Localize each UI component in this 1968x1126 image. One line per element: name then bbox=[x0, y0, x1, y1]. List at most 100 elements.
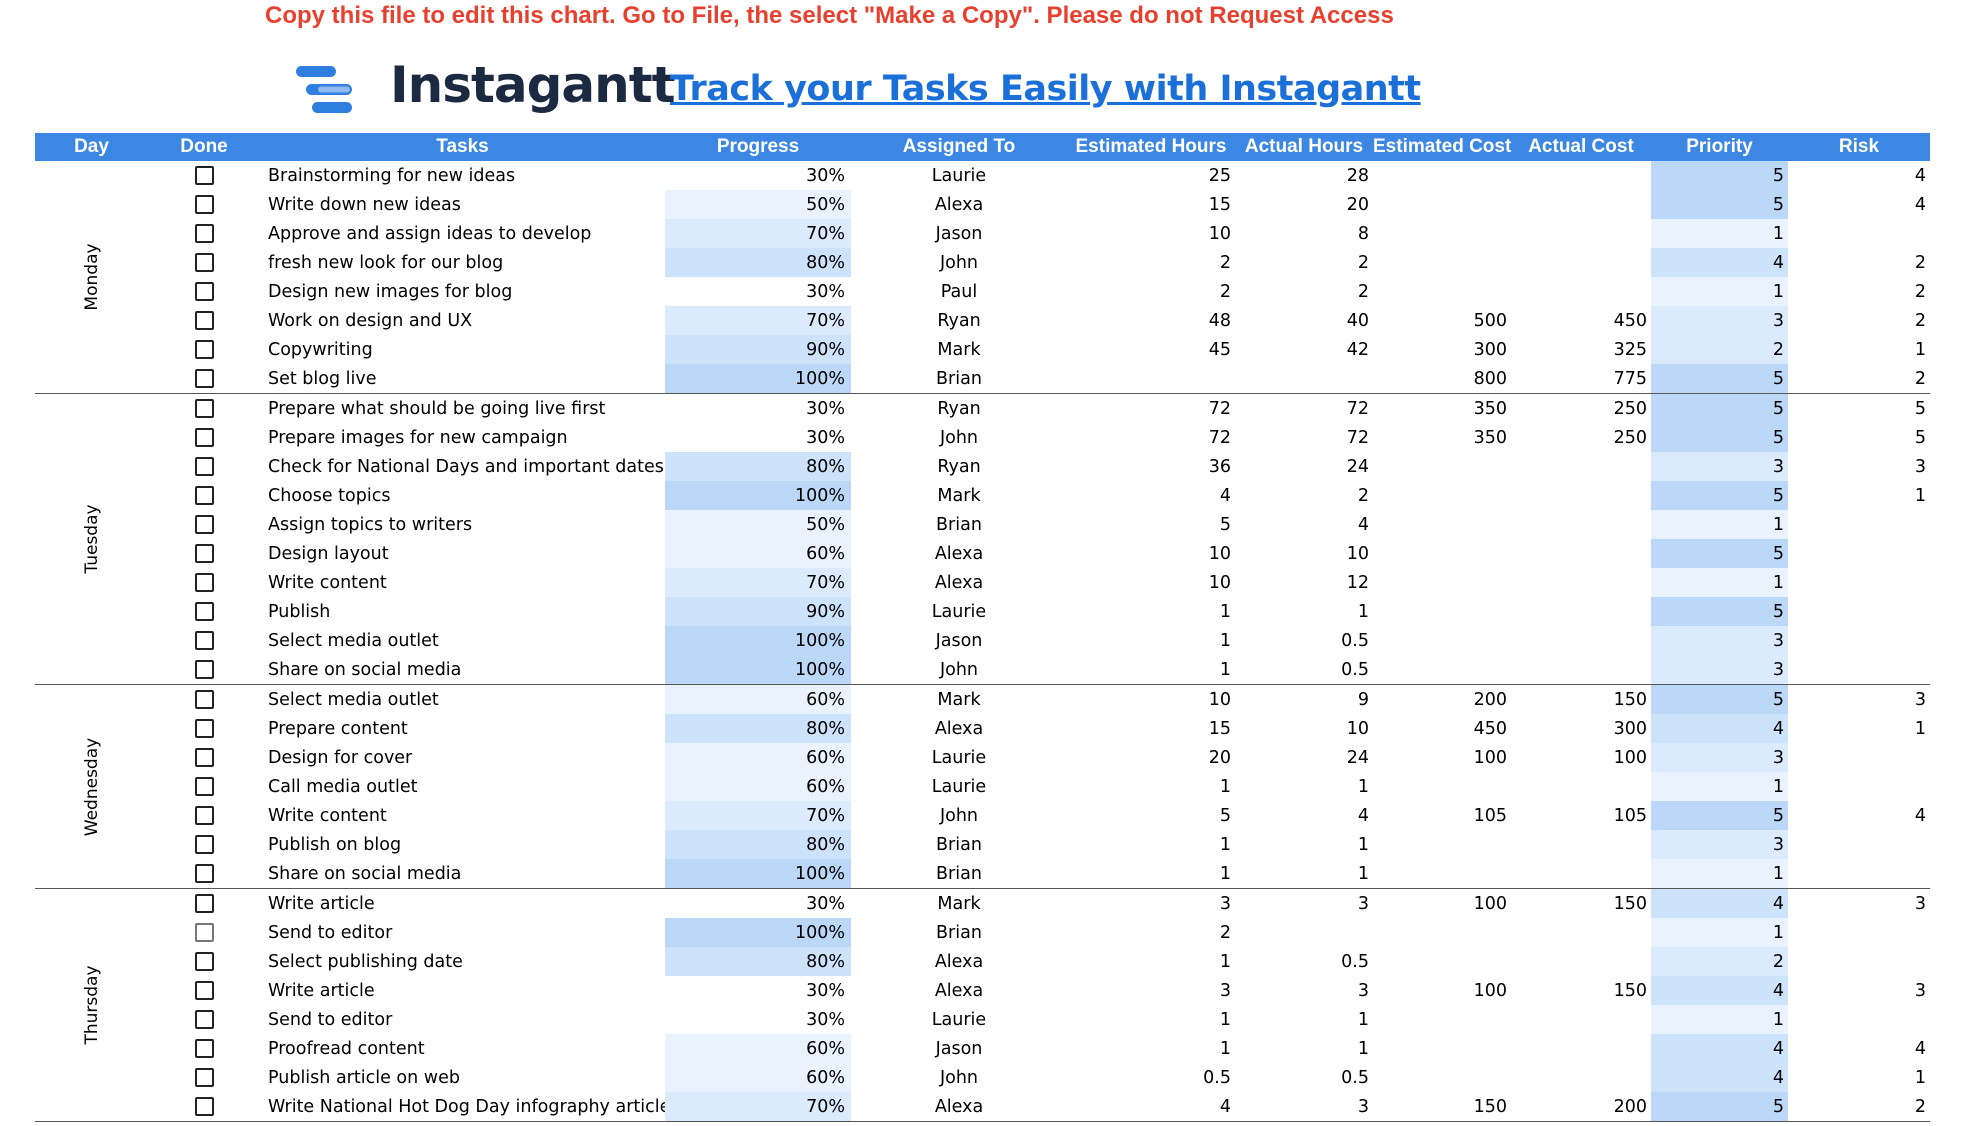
progress-cell[interactable]: 80% bbox=[665, 248, 851, 277]
priority-cell[interactable]: 1 bbox=[1651, 859, 1788, 889]
act-cost-cell[interactable] bbox=[1511, 248, 1651, 277]
est-cost-cell[interactable]: 200 bbox=[1373, 685, 1511, 715]
assigned-cell[interactable]: Mark bbox=[851, 685, 1067, 715]
risk-cell[interactable]: 5 bbox=[1788, 394, 1930, 424]
checkbox-icon[interactable] bbox=[194, 806, 214, 825]
act-hours-cell[interactable]: 20 bbox=[1235, 190, 1373, 219]
progress-cell[interactable]: 30% bbox=[665, 277, 851, 306]
est-hours-cell[interactable]: 2 bbox=[1067, 277, 1235, 306]
est-cost-cell[interactable] bbox=[1373, 655, 1511, 685]
assigned-cell[interactable]: Laurie bbox=[851, 743, 1067, 772]
act-hours-cell[interactable] bbox=[1235, 918, 1373, 947]
est-hours-cell[interactable]: 3 bbox=[1067, 976, 1235, 1005]
task-cell[interactable]: Send to editor bbox=[260, 918, 665, 947]
priority-cell[interactable]: 1 bbox=[1651, 918, 1788, 947]
task-cell[interactable]: Copywriting bbox=[260, 335, 665, 364]
est-hours-cell[interactable]: 1 bbox=[1067, 597, 1235, 626]
assigned-cell[interactable]: Mark bbox=[851, 481, 1067, 510]
act-hours-cell[interactable]: 1 bbox=[1235, 830, 1373, 859]
est-hours-cell[interactable]: 45 bbox=[1067, 335, 1235, 364]
act-hours-cell[interactable]: 10 bbox=[1235, 714, 1373, 743]
checkbox-icon[interactable] bbox=[194, 369, 214, 388]
risk-cell[interactable]: 1 bbox=[1788, 714, 1930, 743]
act-cost-cell[interactable]: 775 bbox=[1511, 364, 1651, 394]
progress-cell[interactable]: 50% bbox=[665, 190, 851, 219]
act-cost-cell[interactable] bbox=[1511, 1063, 1651, 1092]
priority-cell[interactable]: 5 bbox=[1651, 393, 1788, 423]
task-cell[interactable]: Design new images for blog bbox=[260, 277, 665, 306]
progress-cell[interactable]: 50% bbox=[665, 510, 851, 539]
priority-cell[interactable]: 5 bbox=[1651, 801, 1788, 830]
priority-cell[interactable]: 2 bbox=[1651, 335, 1788, 364]
priority-cell[interactable]: 5 bbox=[1651, 597, 1788, 626]
priority-cell[interactable]: 1 bbox=[1651, 219, 1788, 248]
act-cost-cell[interactable] bbox=[1511, 772, 1651, 801]
checkbox-icon[interactable] bbox=[194, 864, 214, 883]
est-cost-cell[interactable]: 350 bbox=[1373, 423, 1511, 452]
act-hours-cell[interactable]: 9 bbox=[1235, 685, 1373, 715]
task-cell[interactable]: Publish article on web bbox=[260, 1063, 665, 1092]
progress-cell[interactable]: 70% bbox=[665, 568, 851, 597]
est-hours-cell[interactable]: 1 bbox=[1067, 772, 1235, 801]
est-hours-cell[interactable]: 2 bbox=[1067, 248, 1235, 277]
task-cell[interactable]: Share on social media bbox=[260, 859, 665, 889]
priority-cell[interactable]: 3 bbox=[1651, 626, 1788, 655]
assigned-cell[interactable]: Paul bbox=[851, 277, 1067, 306]
est-hours-cell[interactable]: 72 bbox=[1067, 423, 1235, 452]
act-hours-cell[interactable]: 1 bbox=[1235, 1034, 1373, 1063]
est-cost-cell[interactable] bbox=[1373, 1005, 1511, 1034]
est-cost-cell[interactable] bbox=[1373, 859, 1511, 889]
est-cost-cell[interactable] bbox=[1373, 219, 1511, 248]
act-hours-cell[interactable]: 28 bbox=[1235, 161, 1373, 190]
est-cost-cell[interactable]: 105 bbox=[1373, 801, 1511, 830]
est-cost-cell[interactable] bbox=[1373, 161, 1511, 190]
col-progress-header[interactable]: Progress bbox=[665, 133, 851, 161]
col-tasks-header[interactable]: Tasks bbox=[260, 133, 665, 161]
act-hours-cell[interactable]: 24 bbox=[1235, 743, 1373, 772]
col-risk-header[interactable]: Risk bbox=[1788, 133, 1930, 161]
act-cost-cell[interactable]: 250 bbox=[1511, 394, 1651, 424]
checkbox-icon[interactable] bbox=[194, 748, 214, 767]
est-cost-cell[interactable]: 100 bbox=[1373, 889, 1511, 919]
act-hours-cell[interactable]: 8 bbox=[1235, 219, 1373, 248]
assigned-cell[interactable]: Brian bbox=[851, 510, 1067, 539]
progress-cell[interactable]: 60% bbox=[665, 743, 851, 772]
risk-cell[interactable]: 3 bbox=[1788, 452, 1930, 481]
risk-cell[interactable]: 4 bbox=[1788, 161, 1930, 190]
assigned-cell[interactable]: John bbox=[851, 423, 1067, 452]
risk-cell[interactable]: 4 bbox=[1788, 190, 1930, 219]
est-hours-cell[interactable]: 48 bbox=[1067, 306, 1235, 335]
priority-cell[interactable]: 1 bbox=[1651, 277, 1788, 306]
risk-cell[interactable]: 3 bbox=[1788, 685, 1930, 715]
checkbox-icon[interactable] bbox=[194, 166, 214, 185]
act-hours-cell[interactable]: 1 bbox=[1235, 772, 1373, 801]
act-hours-cell[interactable]: 24 bbox=[1235, 452, 1373, 481]
act-hours-cell[interactable]: 12 bbox=[1235, 568, 1373, 597]
priority-cell[interactable]: 1 bbox=[1651, 568, 1788, 597]
progress-cell[interactable]: 70% bbox=[665, 801, 851, 830]
est-cost-cell[interactable] bbox=[1373, 772, 1511, 801]
act-cost-cell[interactable] bbox=[1511, 481, 1651, 510]
act-hours-cell[interactable]: 2 bbox=[1235, 277, 1373, 306]
checkbox-icon[interactable] bbox=[194, 981, 214, 1000]
risk-cell[interactable]: 4 bbox=[1788, 801, 1930, 830]
act-cost-cell[interactable] bbox=[1511, 1005, 1651, 1034]
assigned-cell[interactable]: Mark bbox=[851, 335, 1067, 364]
est-cost-cell[interactable]: 800 bbox=[1373, 364, 1511, 394]
est-hours-cell[interactable]: 4 bbox=[1067, 1092, 1235, 1122]
risk-cell[interactable]: 3 bbox=[1788, 976, 1930, 1005]
assigned-cell[interactable]: Brian bbox=[851, 918, 1067, 947]
est-hours-cell[interactable]: 1 bbox=[1067, 947, 1235, 976]
est-cost-cell[interactable] bbox=[1373, 452, 1511, 481]
checkbox-icon[interactable] bbox=[194, 777, 214, 796]
progress-cell[interactable]: 70% bbox=[665, 306, 851, 335]
priority-cell[interactable]: 5 bbox=[1651, 364, 1788, 394]
assigned-cell[interactable]: Laurie bbox=[851, 597, 1067, 626]
est-hours-cell[interactable]: 5 bbox=[1067, 801, 1235, 830]
est-cost-cell[interactable] bbox=[1373, 1034, 1511, 1063]
est-cost-cell[interactable] bbox=[1373, 568, 1511, 597]
priority-cell[interactable]: 4 bbox=[1651, 714, 1788, 743]
est-cost-cell[interactable]: 300 bbox=[1373, 335, 1511, 364]
risk-cell[interactable] bbox=[1788, 219, 1930, 248]
priority-cell[interactable]: 5 bbox=[1651, 190, 1788, 219]
